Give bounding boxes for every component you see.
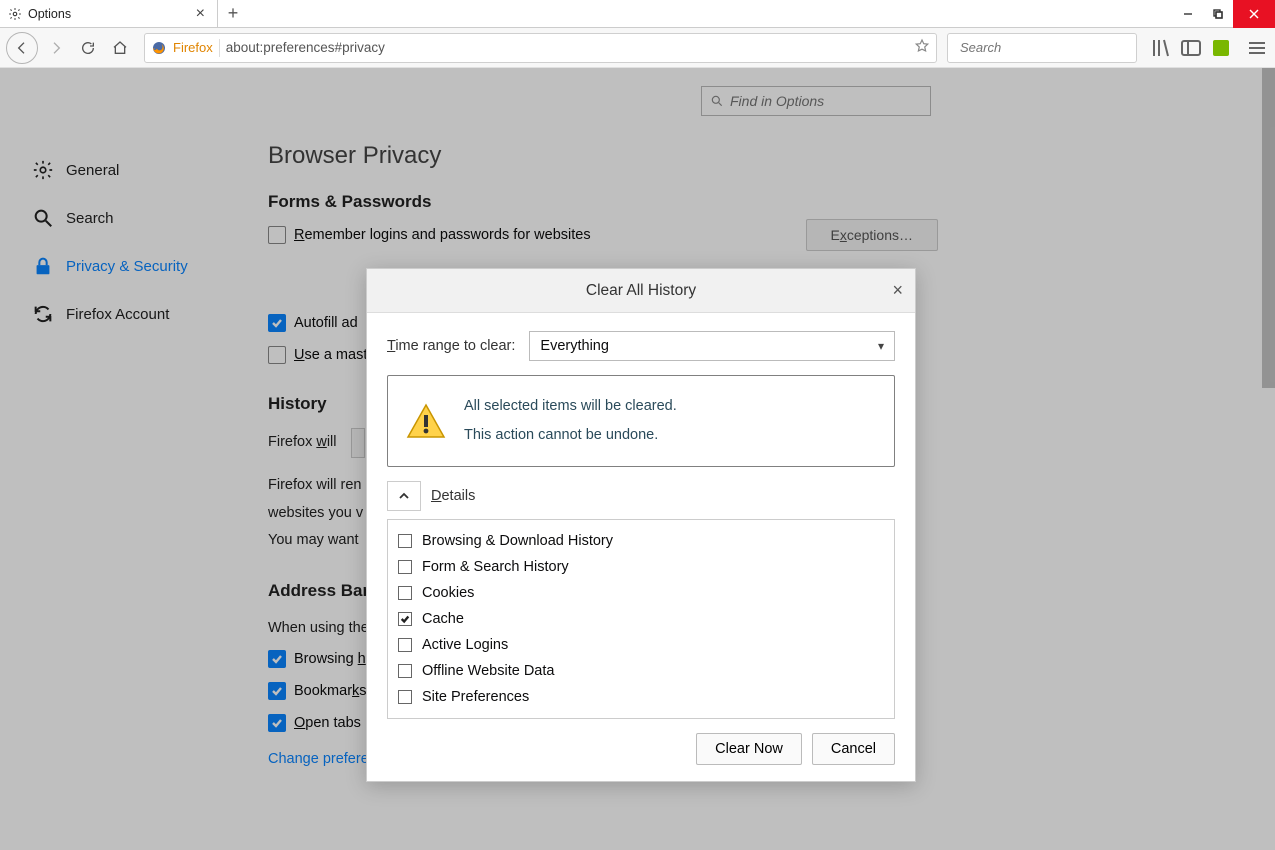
sidebar-icon[interactable]	[1179, 36, 1203, 60]
minimize-button[interactable]	[1173, 0, 1203, 28]
details-item-label: Cache	[422, 611, 464, 627]
identity-label: Firefox	[173, 40, 213, 55]
nav-toolbar: Firefox about:preferences#privacy	[0, 28, 1275, 68]
warning-box: All selected items will be cleared. This…	[387, 375, 895, 467]
close-window-button[interactable]	[1233, 0, 1275, 28]
details-item-checkbox[interactable]	[398, 664, 412, 678]
new-tab-button[interactable]: +	[218, 0, 248, 27]
maximize-button[interactable]	[1203, 0, 1233, 28]
details-list: Browsing & Download History Form & Search…	[387, 519, 895, 719]
details-item-checkbox[interactable]	[398, 534, 412, 548]
home-button[interactable]	[106, 34, 134, 62]
warning-icon	[406, 401, 446, 441]
details-item-label: Cookies	[422, 585, 474, 601]
details-item-checkbox[interactable]	[398, 690, 412, 704]
clear-history-dialog: Clear All History × Time range to clear:…	[366, 268, 916, 782]
reload-button[interactable]	[74, 34, 102, 62]
cancel-button[interactable]: Cancel	[812, 733, 895, 765]
menu-button[interactable]	[1245, 36, 1269, 60]
dialog-title: Clear All History	[586, 282, 696, 300]
details-item[interactable]: Form & Search History	[398, 554, 884, 580]
details-item-label: Form & Search History	[422, 559, 569, 575]
firefox-icon	[151, 40, 167, 56]
details-item[interactable]: Active Logins	[398, 632, 884, 658]
back-button[interactable]	[6, 32, 38, 64]
details-item-label: Active Logins	[422, 637, 508, 653]
search-bar[interactable]	[947, 33, 1137, 63]
warning-line1: All selected items will be cleared.	[464, 392, 677, 421]
warning-line2: This action cannot be undone.	[464, 421, 677, 450]
dialog-close-button[interactable]: ×	[892, 280, 903, 301]
tab-title: Options	[28, 7, 186, 21]
pocket-icon[interactable]	[1209, 36, 1233, 60]
details-item[interactable]: Browsing & Download History	[398, 528, 884, 554]
details-item[interactable]: Cookies	[398, 580, 884, 606]
time-range-value: Everything	[540, 338, 609, 354]
details-item-checkbox[interactable]	[398, 586, 412, 600]
details-item-label: Browsing & Download History	[422, 533, 613, 549]
details-item-checkbox[interactable]	[398, 560, 412, 574]
time-range-label: Time range to clear:	[387, 338, 515, 354]
dialog-title-bar: Clear All History ×	[367, 269, 915, 313]
details-item-checkbox[interactable]	[398, 612, 412, 626]
time-range-select[interactable]: Everything ▾	[529, 331, 895, 361]
details-label: Details	[431, 488, 475, 504]
tab-options[interactable]: Options ×	[0, 0, 218, 27]
gear-icon	[8, 7, 22, 21]
details-toggle-button[interactable]	[387, 481, 421, 511]
search-input[interactable]	[960, 40, 1138, 55]
bookmark-star-icon[interactable]	[914, 38, 930, 58]
clear-now-button[interactable]: Clear Now	[696, 733, 802, 765]
close-tab-icon[interactable]: ×	[192, 5, 209, 23]
forward-button[interactable]	[42, 34, 70, 62]
url-text: about:preferences#privacy	[226, 40, 908, 55]
details-item[interactable]: Cache	[398, 606, 884, 632]
window-controls	[1173, 0, 1275, 27]
details-item[interactable]: Site Preferences	[398, 684, 884, 710]
tab-strip: Options × +	[0, 0, 1275, 28]
toolbar-icons	[1149, 36, 1269, 60]
details-item[interactable]: Offline Website Data	[398, 658, 884, 684]
library-icon[interactable]	[1149, 36, 1173, 60]
dropdown-caret-icon: ▾	[878, 339, 884, 353]
details-item-label: Site Preferences	[422, 689, 529, 705]
url-bar[interactable]: Firefox about:preferences#privacy	[144, 33, 937, 63]
chevron-up-icon	[398, 490, 410, 502]
details-item-checkbox[interactable]	[398, 638, 412, 652]
details-item-label: Offline Website Data	[422, 663, 554, 679]
